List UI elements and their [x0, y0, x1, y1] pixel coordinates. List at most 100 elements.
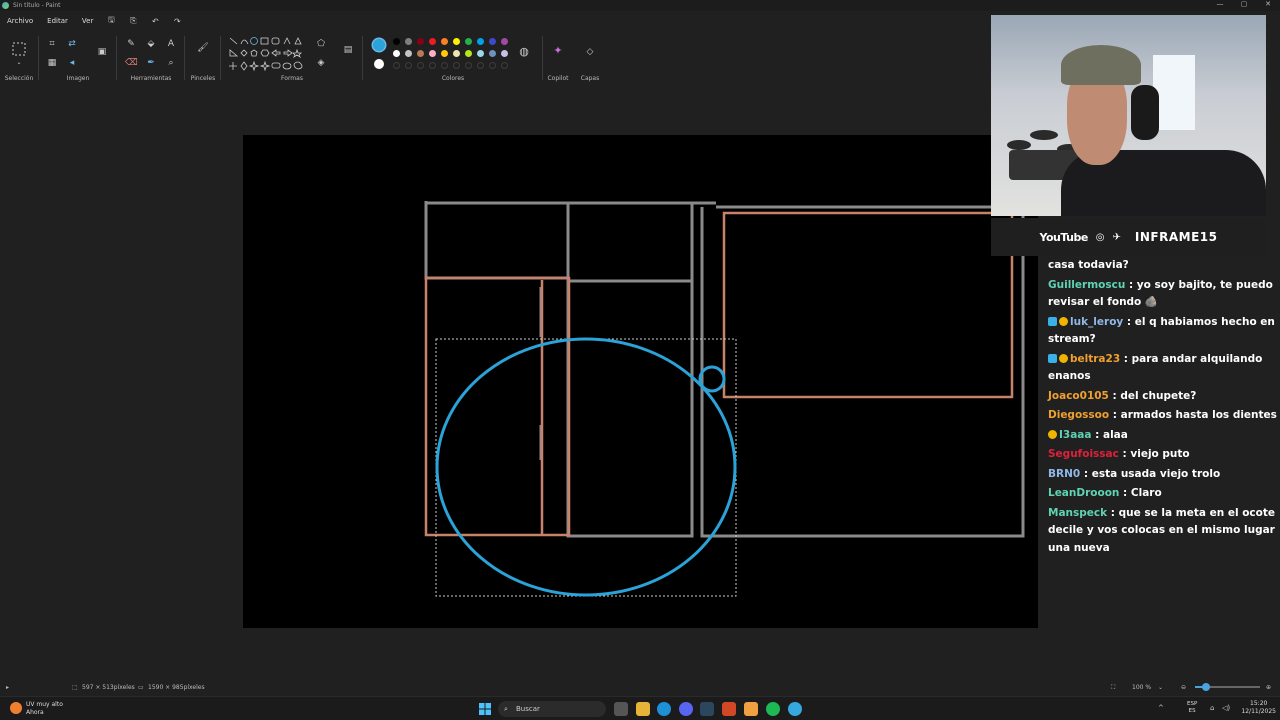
secondary-color[interactable]: [374, 59, 384, 69]
spotify-icon[interactable]: [766, 702, 780, 716]
chat-message: I3aaa : alaa: [1044, 427, 1280, 445]
outline-icon[interactable]: ⬠: [315, 38, 327, 50]
palette-swatch[interactable]: [393, 38, 400, 45]
eraser-icon[interactable]: ⌫: [125, 57, 138, 69]
palette-swatch[interactable]: [441, 38, 448, 45]
layers-icon[interactable]: ◇: [584, 46, 596, 58]
chat-username[interactable]: Segufoissac: [1048, 448, 1123, 460]
primary-color[interactable]: [373, 39, 385, 51]
drawing-canvas[interactable]: [243, 135, 1038, 628]
crop-icon[interactable]: ⌗: [46, 38, 58, 50]
menu-view[interactable]: Ver: [75, 17, 100, 25]
custom-color-slot[interactable]: [477, 62, 484, 69]
language-indicator[interactable]: ESP ES: [1187, 701, 1197, 715]
brush-icon[interactable]: 🖌: [197, 42, 209, 54]
palette-swatch[interactable]: [489, 38, 496, 45]
palette-swatch[interactable]: [465, 50, 472, 57]
palette-swatch[interactable]: [393, 50, 400, 57]
chat-username[interactable]: Manspeck: [1048, 507, 1111, 519]
file-explorer-icon[interactable]: [636, 702, 650, 716]
zoom-out-icon[interactable]: ⊖: [1181, 684, 1186, 691]
tray-chevron-icon[interactable]: ^: [1158, 704, 1164, 712]
custom-color-slot[interactable]: [429, 62, 436, 69]
resize-icon[interactable]: ⇄: [66, 38, 78, 50]
rotate-icon[interactable]: ◂: [66, 57, 78, 69]
pencil-icon[interactable]: ✎: [125, 38, 137, 50]
custom-color-slot[interactable]: [441, 62, 448, 69]
menu-file[interactable]: Archivo: [0, 17, 40, 25]
zoom-level[interactable]: 100 %: [1132, 684, 1151, 691]
shapes-gallery[interactable]: [228, 36, 312, 76]
chat-username[interactable]: BRN0: [1048, 468, 1084, 480]
network-icon[interactable]: ⌂: [1210, 704, 1214, 712]
app-icon[interactable]: [744, 702, 758, 716]
close-button[interactable]: ✕: [1256, 0, 1280, 8]
custom-color-slot[interactable]: [417, 62, 424, 69]
paint-taskbar-icon[interactable]: [788, 702, 802, 716]
palette-swatch[interactable]: [417, 50, 424, 57]
palette-swatch[interactable]: [429, 50, 436, 57]
palette-swatch[interactable]: [405, 50, 412, 57]
chevron-down-icon[interactable]: ⌄: [1158, 684, 1163, 691]
discord-icon[interactable]: [679, 702, 693, 716]
selection-icon[interactable]: [12, 42, 26, 56]
edge-icon[interactable]: [657, 702, 671, 716]
custom-color-slot[interactable]: [465, 62, 472, 69]
task-view-icon[interactable]: [614, 702, 628, 716]
zoom-in-icon[interactable]: ⊕: [1266, 684, 1271, 691]
text-icon[interactable]: A: [165, 38, 177, 50]
fill-icon[interactable]: ⬙: [145, 38, 157, 50]
palette-swatch[interactable]: [453, 50, 460, 57]
palette-swatch[interactable]: [465, 38, 472, 45]
redo-icon[interactable]: ↷: [166, 17, 188, 26]
taskbar-search[interactable]: ⌕ Buscar: [498, 701, 606, 717]
palette-swatch[interactable]: [477, 38, 484, 45]
custom-color-slot[interactable]: [393, 62, 400, 69]
image-select-icon[interactable]: ▣: [96, 46, 108, 58]
undo-icon[interactable]: ↶: [144, 17, 166, 26]
fill-shape-icon[interactable]: ◈: [315, 57, 327, 69]
fit-icon[interactable]: ⛶: [1111, 684, 1115, 692]
palette-swatch[interactable]: [405, 38, 412, 45]
chat-username[interactable]: beltra23: [1070, 353, 1124, 365]
volume-icon[interactable]: ◁): [1222, 704, 1230, 712]
maximize-button[interactable]: ▢: [1232, 0, 1256, 8]
chat-username[interactable]: LeanDrooon: [1048, 487, 1123, 499]
copilot-icon[interactable]: ✦: [552, 45, 564, 57]
chat-username[interactable]: luk_leroy: [1070, 316, 1127, 328]
shape-options-icon[interactable]: ▤: [342, 44, 354, 56]
zoom-slider[interactable]: [1195, 683, 1260, 691]
custom-color-slot[interactable]: [453, 62, 460, 69]
weather-widget[interactable]: UV muy alto Ahora: [26, 701, 63, 717]
palette-swatch[interactable]: [489, 50, 496, 57]
palette-swatch[interactable]: [501, 50, 508, 57]
menu-edit[interactable]: Editar: [40, 17, 75, 25]
palette-swatch[interactable]: [429, 38, 436, 45]
palette-swatch[interactable]: [417, 38, 424, 45]
weather-icon[interactable]: [10, 702, 22, 714]
minimize-button[interactable]: —: [1208, 0, 1232, 8]
custom-color-slot[interactable]: [405, 62, 412, 69]
remove-background-icon[interactable]: ▦: [46, 57, 58, 69]
save-icon[interactable]: 🖫: [100, 14, 122, 28]
custom-color-slot[interactable]: [501, 62, 508, 69]
chat-username[interactable]: Joaco0105: [1048, 390, 1113, 402]
chevron-down-icon[interactable]: ⌄: [13, 57, 25, 69]
color-picker-icon[interactable]: ✒: [145, 57, 157, 69]
edit-colors-icon[interactable]: ◍: [518, 46, 530, 58]
custom-color-slot[interactable]: [489, 62, 496, 69]
steam-icon[interactable]: [700, 702, 714, 716]
share-icon[interactable]: ⎘: [122, 16, 144, 26]
palette-swatch[interactable]: [477, 50, 484, 57]
clock[interactable]: 15:20 12/11/2025: [1241, 700, 1276, 716]
palette-swatch[interactable]: [453, 38, 460, 45]
palette-swatch[interactable]: [441, 50, 448, 57]
zoom-slider-handle[interactable]: [1202, 683, 1211, 691]
chat-username[interactable]: I3aaa: [1059, 429, 1095, 441]
chat-username[interactable]: Diegossoo: [1048, 409, 1113, 421]
app-icon[interactable]: [722, 702, 736, 716]
windows-start-icon[interactable]: [479, 703, 491, 715]
palette-swatch[interactable]: [501, 38, 508, 45]
chat-username[interactable]: Guillermoscu: [1048, 279, 1129, 291]
magnifier-icon[interactable]: ⌕: [165, 57, 177, 69]
